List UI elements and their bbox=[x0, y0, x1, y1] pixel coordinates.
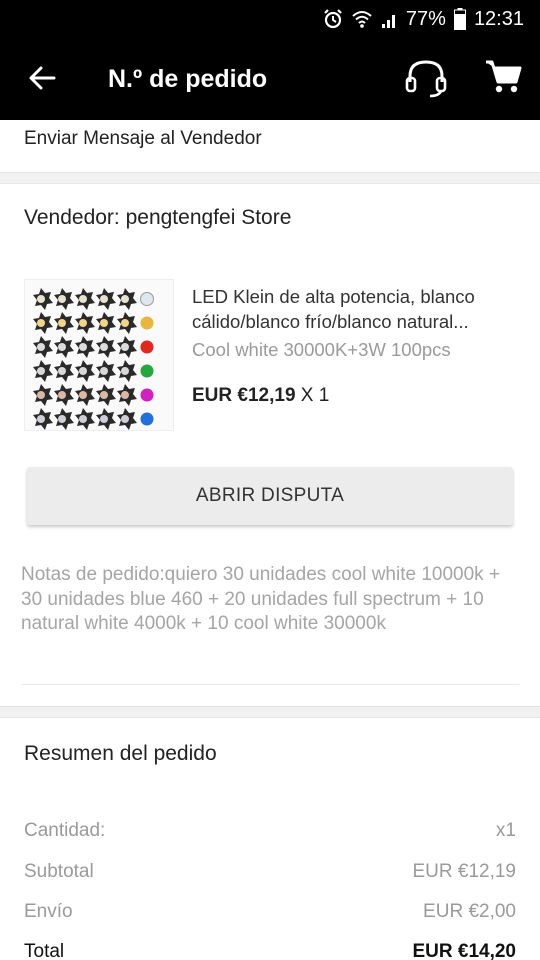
section-separator bbox=[0, 172, 540, 184]
section-separator bbox=[0, 706, 540, 718]
app-bar: N.º de pedido bbox=[0, 38, 540, 120]
product-variant: Cool white 30000K+3W 100pcs bbox=[192, 339, 451, 360]
signal-icon bbox=[380, 10, 398, 28]
product-thumbnail[interactable] bbox=[24, 279, 174, 431]
product-title-line1: LED Klein de alta potencia, blanco bbox=[192, 286, 475, 307]
product-title-line2: cálido/blanco frío/blanco natural... bbox=[192, 311, 469, 332]
battery-icon bbox=[453, 8, 466, 30]
battery-percent: 77% bbox=[405, 7, 446, 30]
summary-label: Envío bbox=[24, 901, 73, 922]
message-seller-link[interactable]: Enviar Mensaje al Vendedor bbox=[0, 120, 540, 172]
alarm-icon bbox=[322, 8, 344, 30]
clock: 12:31 bbox=[473, 7, 524, 30]
product-price-row: EUR €12,19 X 1 bbox=[192, 385, 329, 407]
shopping-cart-icon[interactable] bbox=[484, 58, 522, 96]
product-price: EUR €12,19 bbox=[192, 385, 296, 406]
divider bbox=[21, 684, 519, 685]
summary-title: Resumen del pedido bbox=[24, 742, 217, 765]
headset-support-icon[interactable] bbox=[404, 58, 448, 98]
page-title: N.º de pedido bbox=[108, 65, 268, 93]
summary-label: Cantidad: bbox=[24, 820, 106, 841]
back-arrow-icon[interactable] bbox=[24, 60, 60, 96]
summary-value: EUR €12,19 bbox=[412, 861, 516, 882]
open-dispute-button[interactable]: ABRIR DISPUTA bbox=[27, 467, 513, 525]
summary-value: x1 bbox=[495, 820, 516, 841]
summary-value: EUR €14,20 bbox=[412, 941, 516, 960]
product-title[interactable]: LED Klein de alta potencia, blanco cálid… bbox=[192, 284, 522, 334]
status-bar: 77% 12:31 bbox=[0, 0, 540, 38]
seller-name[interactable]: Vendedor: pengtengfei Store bbox=[24, 206, 291, 230]
summary-label: Total bbox=[24, 941, 65, 960]
order-notes: Notas de pedido:quiero 30 unidades cool … bbox=[21, 564, 501, 634]
wifi-icon bbox=[352, 9, 372, 29]
summary-label: Subtotal bbox=[24, 861, 94, 882]
summary-value: EUR €2,00 bbox=[423, 901, 516, 922]
product-quantity: X 1 bbox=[300, 385, 330, 406]
message-seller-label: Enviar Mensaje al Vendedor bbox=[24, 128, 262, 149]
